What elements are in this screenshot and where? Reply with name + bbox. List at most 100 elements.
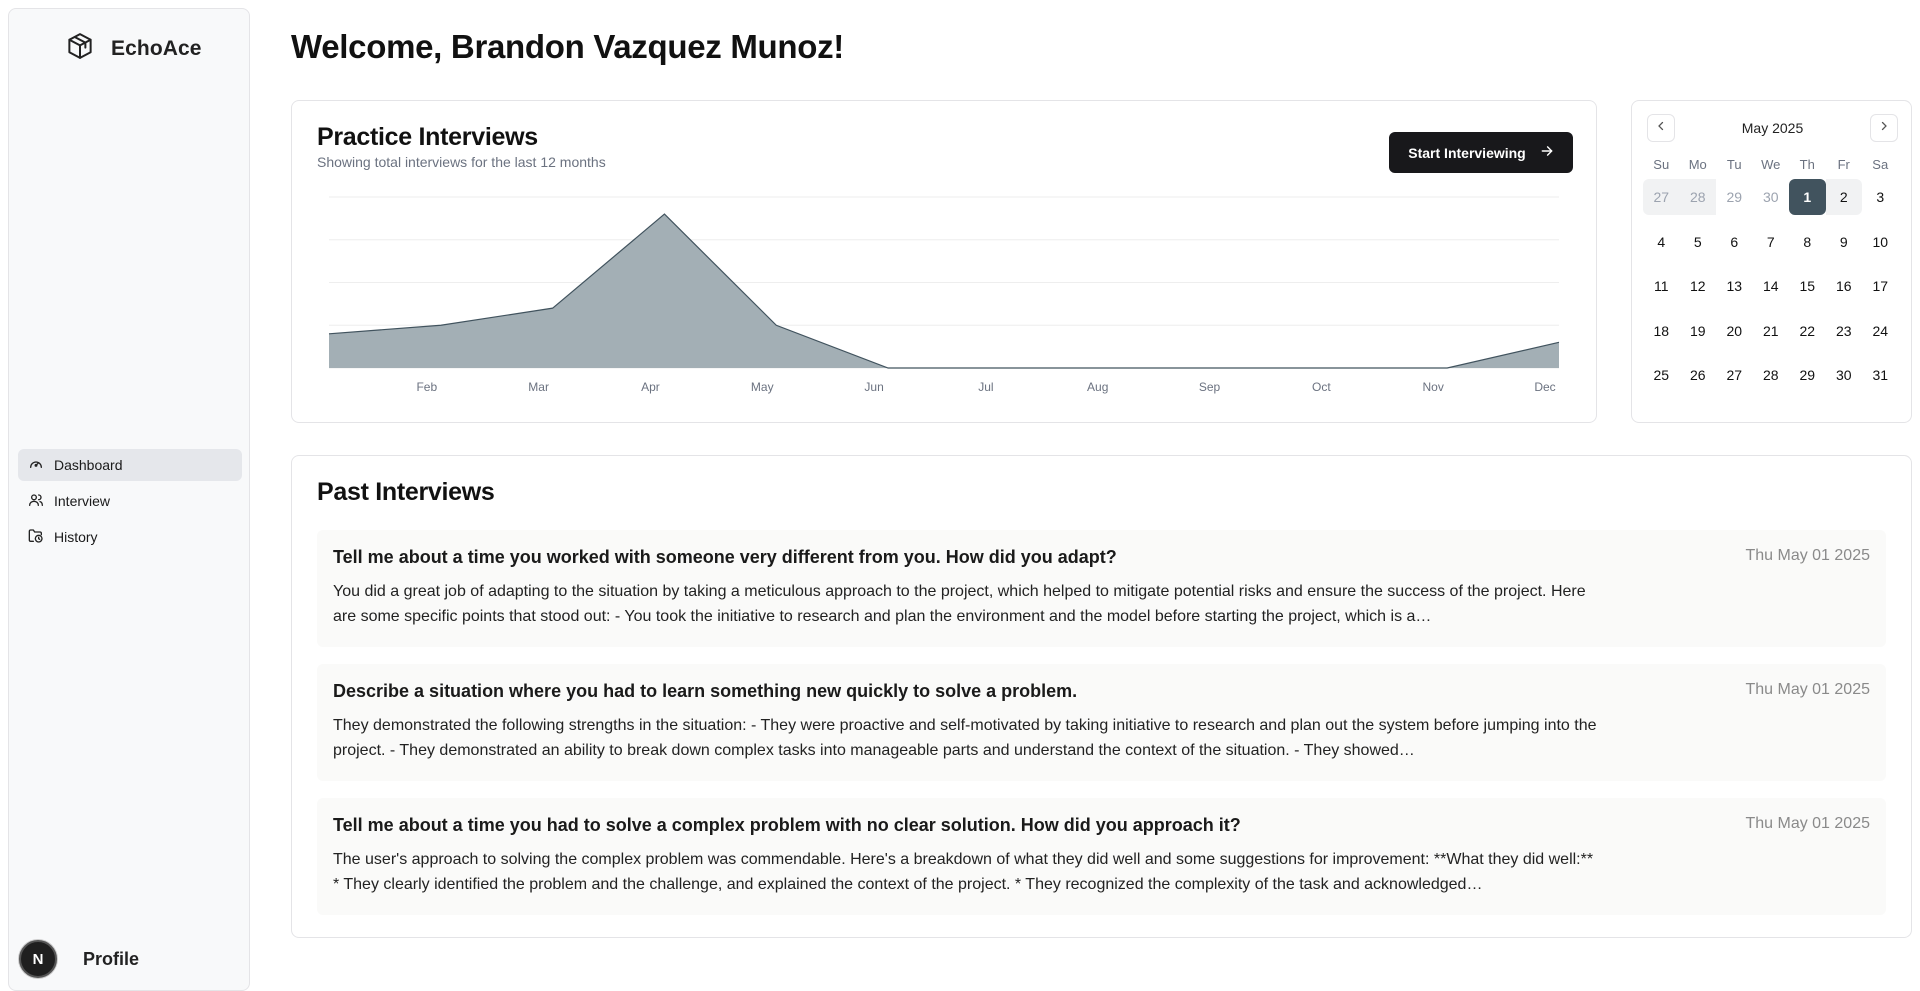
- calendar-day[interactable]: 25: [1643, 357, 1680, 393]
- calendar-day[interactable]: 29: [1716, 179, 1753, 215]
- calendar-grid: Su Mo Tu We Th Fr Sa 27 28 29 30 1 2 3 4…: [1643, 153, 1901, 402]
- weekday-label: We: [1761, 156, 1781, 172]
- sidebar-item-dashboard[interactable]: Dashboard: [18, 449, 242, 481]
- folder-clock-icon: [28, 528, 44, 547]
- calendar-day[interactable]: 27: [1643, 179, 1680, 215]
- start-interviewing-button[interactable]: Start Interviewing: [1389, 132, 1573, 173]
- calendar-day[interactable]: 4: [1643, 224, 1680, 260]
- sidebar-item-label: History: [54, 529, 98, 545]
- calendar-day[interactable]: 20: [1716, 313, 1753, 349]
- interview-summary: You did a great job of adapting to the s…: [333, 583, 1586, 625]
- gauge-icon: [28, 456, 44, 475]
- calendar-week: 18 19 20 21 22 23 24: [1643, 313, 1901, 358]
- chart-x-tick-label: Dec: [1534, 380, 1555, 394]
- calendar-day[interactable]: 28: [1753, 357, 1790, 393]
- sidebar-nav: Dashboard Interview History: [18, 449, 242, 557]
- practice-title: Practice Interviews: [317, 123, 538, 151]
- interview-question: Tell me about a time you worked with som…: [333, 547, 1117, 567]
- calendar-day[interactable]: 21: [1753, 313, 1790, 349]
- past-interviews-title: Past Interviews: [317, 478, 495, 506]
- calendar-day[interactable]: 16: [1826, 268, 1863, 304]
- calendar-month-label: May 2025: [1741, 120, 1804, 136]
- calendar: May 2025 Su Mo Tu We Th Fr Sa 27 28 29 3…: [1631, 100, 1912, 423]
- profile-button[interactable]: N Profile: [19, 940, 139, 978]
- calendar-day[interactable]: 30: [1753, 179, 1790, 215]
- past-interview-item[interactable]: Describe a situation where you had to le…: [317, 664, 1886, 781]
- interview-question: Tell me about a time you had to solve a …: [333, 815, 1241, 835]
- weekday-label: Th: [1799, 156, 1815, 172]
- chart-x-tick-label: May: [751, 380, 774, 394]
- weekday-label: Fr: [1837, 156, 1850, 172]
- calendar-next-button[interactable]: [1870, 114, 1898, 142]
- calendar-day-selected[interactable]: 1: [1789, 179, 1826, 215]
- weekday-label: Su: [1653, 156, 1670, 172]
- practice-interviews-card: Feb Mar Apr May Jun Jul Aug Sep Oct Nov Dec Practi…: [291, 100, 1597, 423]
- chevron-right-icon: [1878, 119, 1890, 137]
- calendar-day[interactable]: 14: [1753, 268, 1790, 304]
- chart-x-tick-label: Oct: [1312, 380, 1331, 394]
- brand-name: EchoAce: [111, 36, 202, 60]
- chart-x-tick-label: Feb: [416, 380, 437, 394]
- calendar-day[interactable]: 19: [1680, 313, 1717, 349]
- past-interviews-list: Tell me about a time you worked with som…: [317, 530, 1886, 932]
- calendar-week: 4 5 6 7 8 9 10: [1643, 224, 1901, 269]
- calendar-day[interactable]: 31: [1862, 357, 1899, 393]
- sidebar-item-interview[interactable]: Interview: [18, 485, 242, 517]
- calendar-day[interactable]: 8: [1789, 224, 1826, 260]
- calendar-day[interactable]: 30: [1826, 357, 1863, 393]
- calendar-day[interactable]: 12: [1680, 268, 1717, 304]
- weekday-label: Tu: [1726, 156, 1742, 172]
- calendar-day[interactable]: 7: [1753, 224, 1790, 260]
- sidebar-item-label: Interview: [54, 493, 111, 509]
- brand[interactable]: EchoAce: [65, 31, 202, 66]
- calendar-week: 11 12 13 14 15 16 17: [1643, 268, 1901, 313]
- interview-question: Describe a situation where you had to le…: [333, 681, 1078, 701]
- interview-summary: The user's approach to solving the compl…: [333, 851, 1594, 893]
- interview-date: Thu May 01 2025: [1745, 547, 1870, 564]
- calendar-day[interactable]: 11: [1643, 268, 1680, 304]
- calendar-day[interactable]: 23: [1826, 313, 1863, 349]
- past-interviews-card: Past Interviews Tell me about a time you…: [291, 455, 1912, 938]
- weekday-label: Mo: [1688, 156, 1707, 172]
- calendar-day[interactable]: 22: [1789, 313, 1826, 349]
- page-title: Welcome, Brandon Vazquez Munoz!: [291, 28, 844, 65]
- start-interviewing-label: Start Interviewing: [1408, 144, 1526, 161]
- calendar-day[interactable]: 15: [1789, 268, 1826, 304]
- calendar-day[interactable]: 24: [1862, 313, 1899, 349]
- calendar-day[interactable]: 10: [1862, 224, 1899, 260]
- calendar-day[interactable]: 17: [1862, 268, 1899, 304]
- interview-date: Thu May 01 2025: [1745, 815, 1870, 832]
- chart-x-tick-label: Jul: [978, 380, 993, 394]
- sidebar-item-history[interactable]: History: [18, 521, 242, 553]
- weekday-label: Sa: [1872, 156, 1889, 172]
- calendar-week: 27 28 29 30 1 2 3: [1643, 179, 1901, 224]
- profile-label: Profile: [83, 948, 140, 969]
- interview-summary: They demonstrated the following strength…: [333, 717, 1597, 759]
- calendar-day[interactable]: 27: [1716, 357, 1753, 393]
- package-icon: [65, 31, 95, 66]
- calendar-day[interactable]: 13: [1716, 268, 1753, 304]
- chart-x-tick-label: Sep: [1199, 380, 1221, 394]
- calendar-day[interactable]: 29: [1789, 357, 1826, 393]
- calendar-day[interactable]: 6: [1716, 224, 1753, 260]
- calendar-week: 25 26 27 28 29 30 31: [1643, 357, 1901, 402]
- avatar[interactable]: N: [19, 940, 57, 978]
- calendar-day[interactable]: 3: [1862, 179, 1899, 215]
- calendar-day[interactable]: 5: [1680, 224, 1717, 260]
- chart-x-tick-label: Aug: [1087, 380, 1108, 394]
- practice-subtitle: Showing total interviews for the last 12…: [317, 154, 606, 170]
- sidebar-item-label: Dashboard: [54, 457, 123, 473]
- calendar-day[interactable]: 2: [1825, 179, 1862, 215]
- users-icon: [28, 492, 44, 511]
- calendar-day[interactable]: 18: [1643, 313, 1680, 349]
- past-interview-item[interactable]: Tell me about a time you worked with som…: [317, 530, 1886, 647]
- interview-date: Thu May 01 2025: [1745, 681, 1870, 698]
- calendar-weekday-row: Su Mo Tu We Th Fr Sa: [1643, 153, 1901, 179]
- past-interview-item[interactable]: Tell me about a time you had to solve a …: [317, 798, 1886, 915]
- calendar-day[interactable]: 9: [1826, 224, 1863, 260]
- calendar-day[interactable]: 28: [1679, 179, 1716, 215]
- calendar-day[interactable]: 26: [1680, 357, 1717, 393]
- chart-x-tick-label: Mar: [528, 380, 549, 394]
- calendar-header: May 2025: [1647, 114, 1898, 142]
- chart-x-tick-label: Apr: [641, 380, 660, 394]
